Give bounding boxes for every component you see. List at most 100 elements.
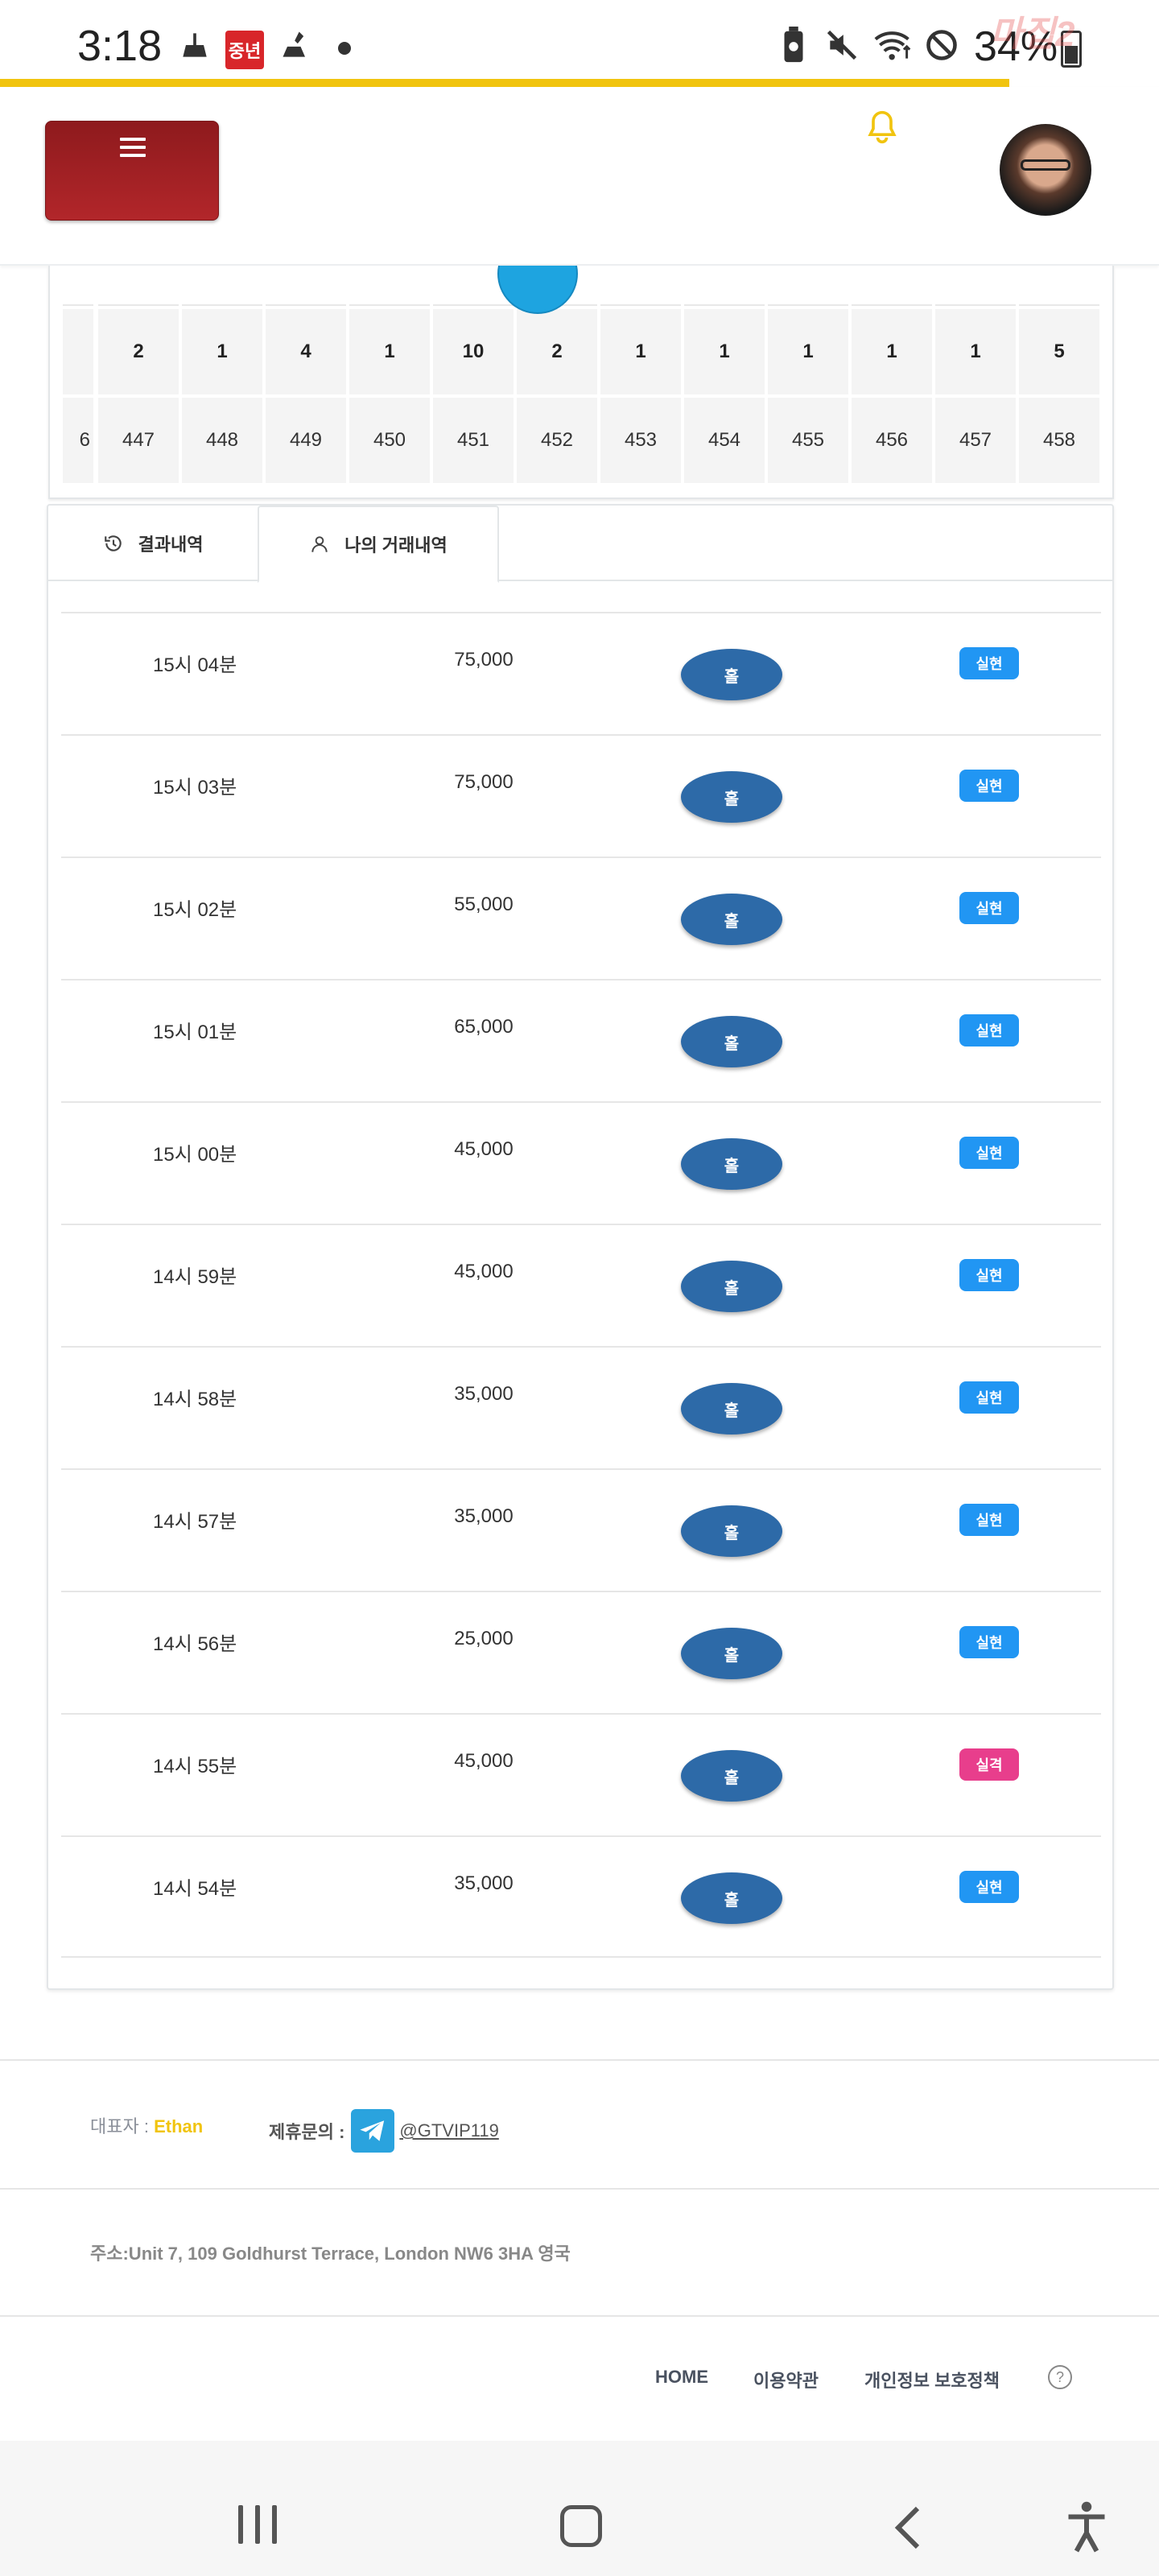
- status-badge: 실현: [959, 1137, 1019, 1169]
- table-row: 14시 58분 35,000 홀 실현: [61, 1346, 1101, 1468]
- do-not-disturb-icon: [922, 26, 961, 64]
- watermark-logo: 마집2: [990, 14, 1075, 54]
- pick-button[interactable]: 홀: [681, 894, 782, 945]
- trade-time: 15시 01분: [153, 1022, 237, 1043]
- status-badge: 실현: [959, 770, 1019, 802]
- menu-button[interactable]: [45, 121, 219, 221]
- help-icon[interactable]: ?: [1048, 2365, 1072, 2389]
- pick-button[interactable]: 홀: [681, 1872, 782, 1924]
- page-load-progress: [0, 79, 1009, 87]
- bell-icon[interactable]: [864, 108, 900, 147]
- round-count: 1: [935, 309, 1016, 394]
- hamburger-icon: [120, 138, 146, 157]
- status-badge: 실현: [959, 892, 1019, 924]
- round-column[interactable]: 2 447: [98, 266, 182, 488]
- status-badge: 실격: [959, 1748, 1019, 1781]
- round-count: 2: [517, 309, 597, 394]
- round-number: 455: [768, 398, 848, 483]
- trade-time: 15시 03분: [153, 777, 237, 799]
- telegram-icon[interactable]: [351, 2109, 395, 2153]
- tab-my-trades-label: 나의 거래내역: [344, 535, 448, 555]
- pick-button[interactable]: 홀: [681, 1505, 782, 1557]
- round-column[interactable]: 1 457: [935, 266, 1019, 488]
- round-column[interactable]: 10 451: [433, 266, 517, 488]
- round-column[interactable]: 4 449: [266, 266, 349, 488]
- status-badge: 실현: [959, 647, 1019, 679]
- round-count: 1: [182, 309, 262, 394]
- round-column[interactable]: 1 456: [852, 266, 935, 488]
- status-time: 3:18: [77, 22, 163, 70]
- round-count: 1: [852, 309, 932, 394]
- round-count: 4: [266, 309, 346, 394]
- round-number: 457: [935, 398, 1016, 483]
- round-number-strip: 6 2 447 1 448 4 449 1 450 10 451 2 452 1 453 14…: [48, 266, 1114, 499]
- trade-amount: 45,000: [454, 1750, 514, 1772]
- accessibility-icon[interactable]: [1062, 2500, 1111, 2553]
- round-count: 2: [98, 309, 179, 394]
- telegram-link[interactable]: @GTVIP119: [399, 2120, 498, 2141]
- trade-time: 15시 04분: [153, 654, 237, 676]
- trade-time: 14시 56분: [153, 1633, 237, 1655]
- trade-amount: 55,000: [454, 894, 514, 915]
- round-count: 1: [600, 309, 681, 394]
- app-header: [0, 87, 1159, 266]
- tab-my-trades[interactable]: 나의 거래내역: [258, 506, 499, 583]
- pick-button[interactable]: 홀: [681, 1138, 782, 1190]
- pick-button[interactable]: 홀: [681, 1016, 782, 1067]
- home-icon[interactable]: [560, 2505, 602, 2547]
- trade-time: 14시 55분: [153, 1756, 237, 1777]
- footer-link-home[interactable]: HOME: [655, 2367, 708, 2388]
- table-row: 15시 02분 55,000 홀 실현: [61, 857, 1101, 979]
- notification-dot-icon: [338, 42, 351, 55]
- footer-link-privacy[interactable]: 개인정보 보호정책: [864, 2367, 1000, 2392]
- status-badge: 실현: [959, 1626, 1019, 1658]
- mute-icon: [823, 26, 861, 64]
- status-badge: 실현: [959, 1381, 1019, 1414]
- ceo-name: Ethan: [154, 2116, 204, 2136]
- trade-amount: 45,000: [454, 1138, 514, 1160]
- round-count: 10: [433, 309, 514, 394]
- footer-divider: [0, 2059, 1159, 2061]
- round-count: 1: [349, 309, 430, 394]
- broom-icon: [175, 26, 214, 64]
- round-column[interactable]: 1 455: [768, 266, 852, 488]
- pick-button[interactable]: 홀: [681, 771, 782, 823]
- round-column[interactable]: 1 448: [182, 266, 266, 488]
- round-column[interactable]: 1 454: [684, 266, 768, 488]
- contact-info: 제휴문의 : @GTVIP119: [269, 2109, 499, 2153]
- trade-time: 14시 54분: [153, 1878, 237, 1900]
- recent-apps-icon[interactable]: [238, 2505, 277, 2544]
- back-icon[interactable]: [892, 2505, 924, 2550]
- trade-time: 15시 02분: [153, 899, 237, 921]
- pick-button[interactable]: 홀: [681, 1383, 782, 1435]
- trade-amount: 75,000: [454, 649, 514, 671]
- footer-divider: [0, 2315, 1159, 2317]
- ceo-label: 대표자 :: [90, 2116, 155, 2136]
- pick-button[interactable]: 홀: [681, 1628, 782, 1679]
- table-row: 15시 04분 75,000 홀 실현: [61, 612, 1101, 734]
- round-number: 453: [600, 398, 681, 483]
- table-row: 14시 55분 45,000 홀 실격: [61, 1713, 1101, 1835]
- round-column[interactable]: 1 450: [349, 266, 433, 488]
- trade-time: 14시 57분: [153, 1511, 237, 1533]
- round-number: 456: [852, 398, 932, 483]
- trade-time: 14시 59분: [153, 1266, 237, 1288]
- broom-icon-2: [277, 26, 316, 64]
- pick-button[interactable]: 홀: [681, 649, 782, 700]
- round-column[interactable]: 5 458: [1019, 266, 1103, 488]
- avatar[interactable]: [1000, 124, 1091, 216]
- company-address: 주소:Unit 7, 109 Goldhurst Terrace, London…: [90, 2244, 571, 2264]
- pick-button[interactable]: 홀: [681, 1261, 782, 1312]
- trade-time: 14시 58분: [153, 1389, 237, 1410]
- footer-link-terms[interactable]: 이용약관: [753, 2367, 819, 2392]
- round-number: 447: [98, 398, 179, 483]
- trade-amount: 45,000: [454, 1261, 514, 1282]
- trade-amount: 35,000: [454, 1383, 514, 1405]
- pick-button[interactable]: 홀: [681, 1750, 782, 1802]
- status-badge: 실현: [959, 1504, 1019, 1536]
- round-count: 1: [768, 309, 848, 394]
- table-row: 15시 03분 75,000 홀 실현: [61, 734, 1101, 857]
- tab-results[interactable]: 결과내역: [48, 506, 258, 581]
- round-grid: 6 2 447 1 448 4 449 1 450 10 451 2 452 1 453 14…: [63, 266, 1103, 488]
- round-column[interactable]: 1 453: [600, 266, 684, 488]
